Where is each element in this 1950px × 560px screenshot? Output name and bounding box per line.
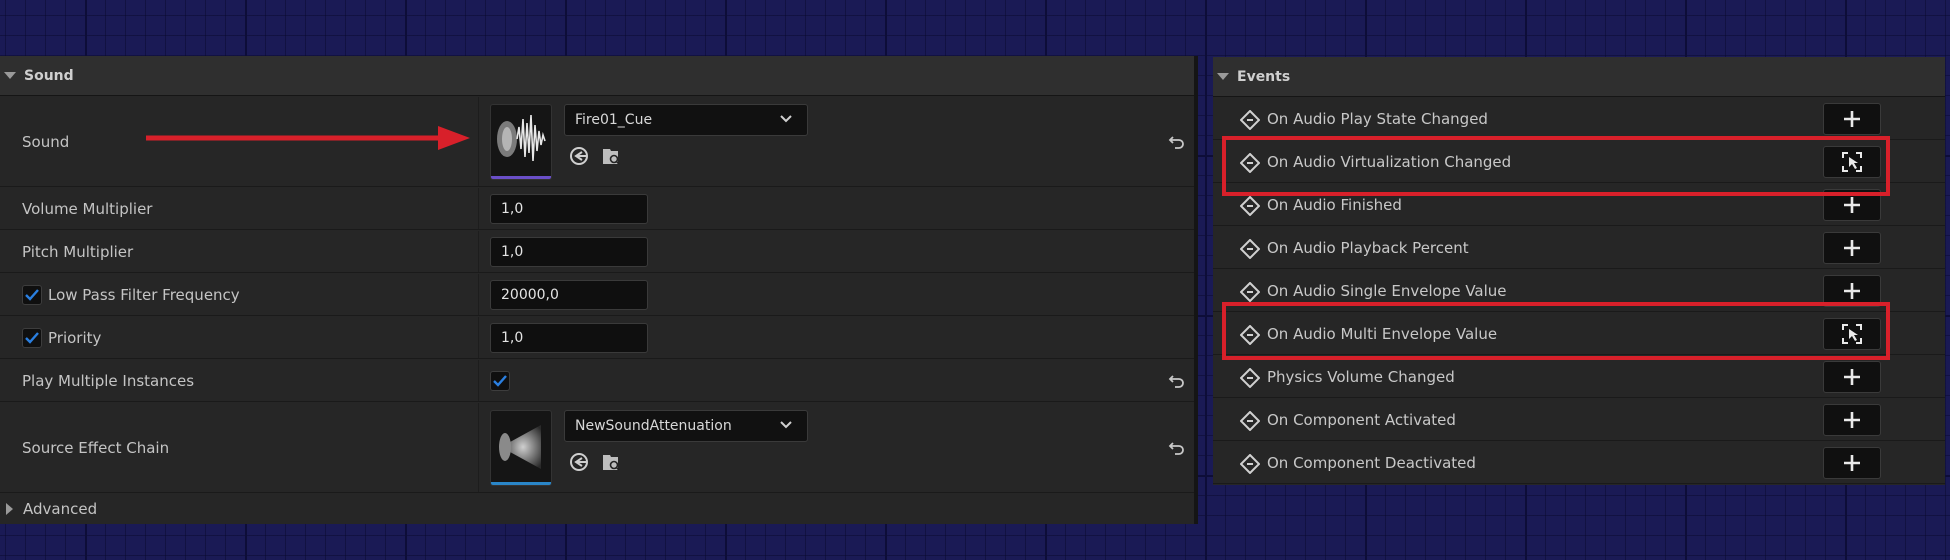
event-label: On Audio Play State Changed bbox=[1267, 109, 1488, 128]
add-event-button[interactable] bbox=[1823, 103, 1881, 135]
play-multiple-label: Play Multiple Instances bbox=[22, 371, 195, 390]
event-row: On Component Activated bbox=[1213, 399, 1945, 441]
add-event-button[interactable] bbox=[1823, 232, 1881, 264]
play-multiple-row: Play Multiple Instances bbox=[0, 360, 1194, 402]
events-section-title: Events bbox=[1237, 68, 1291, 85]
pitch-row: Pitch Multiplier 1,0 bbox=[0, 231, 1194, 273]
sound-wave-icon bbox=[497, 114, 546, 162]
event-row: On Audio Finished bbox=[1213, 184, 1945, 226]
event-diamond-icon bbox=[1240, 411, 1260, 431]
checkmark-icon bbox=[25, 331, 39, 344]
sound-section-title: Sound bbox=[24, 67, 74, 84]
event-label: On Audio Single Envelope Value bbox=[1267, 281, 1507, 300]
add-event-button[interactable] bbox=[1823, 361, 1881, 393]
collapse-arrow-icon bbox=[1217, 73, 1229, 80]
plus-icon bbox=[1844, 455, 1860, 471]
event-label: On Audio Multi Envelope Value bbox=[1267, 324, 1498, 343]
low-pass-field[interactable]: 20000,0 bbox=[490, 279, 648, 310]
event-diamond-icon bbox=[1240, 110, 1260, 130]
event-diamond-icon bbox=[1240, 282, 1260, 302]
event-label: On Audio Finished bbox=[1267, 195, 1402, 214]
plus-icon bbox=[1844, 412, 1860, 428]
chevron-down-icon bbox=[780, 115, 792, 123]
plus-icon bbox=[1844, 111, 1860, 127]
pitch-field[interactable]: 1,0 bbox=[490, 236, 648, 267]
event-label: On Audio Playback Percent bbox=[1267, 238, 1469, 257]
event-diamond-icon bbox=[1240, 239, 1260, 259]
volume-label: Volume Multiplier bbox=[22, 199, 153, 218]
advanced-row[interactable]: Advanced bbox=[0, 494, 1194, 524]
event-label: On Component Activated bbox=[1267, 410, 1456, 429]
plus-icon bbox=[1844, 197, 1860, 213]
event-row: On Audio Multi Envelope Value bbox=[1213, 313, 1945, 355]
event-diamond-icon bbox=[1240, 153, 1260, 173]
checkmark-icon bbox=[493, 375, 507, 387]
event-row: On Audio Playback Percent bbox=[1213, 227, 1945, 269]
add-event-button[interactable] bbox=[1823, 275, 1881, 307]
event-diamond-icon bbox=[1240, 196, 1260, 216]
expand-arrow-icon bbox=[6, 503, 13, 515]
source-effect-row: Source Effect Chain NewSoundAttenuation bbox=[0, 403, 1194, 493]
annotation-arrow bbox=[146, 126, 470, 150]
reset-to-default-icon[interactable] bbox=[1167, 438, 1187, 458]
event-row: On Audio Single Envelope Value bbox=[1213, 270, 1945, 312]
sound-cue-thumbnail[interactable] bbox=[490, 104, 552, 180]
add-event-button[interactable] bbox=[1823, 404, 1881, 436]
browse-asset-icon[interactable] bbox=[600, 145, 622, 167]
attenuation-asset-value: NewSoundAttenuation bbox=[575, 418, 732, 434]
sound-asset-combo[interactable]: Fire01_Cue bbox=[564, 104, 808, 136]
priority-row: Priority 1,0 bbox=[0, 317, 1194, 359]
priority-label: Priority bbox=[48, 328, 102, 347]
event-row: On Audio Virtualization Changed bbox=[1213, 141, 1945, 183]
volume-row: Volume Multiplier 1,0 bbox=[0, 188, 1194, 230]
events-section-header[interactable]: Events bbox=[1213, 57, 1945, 97]
event-row: On Audio Play State Changed bbox=[1213, 98, 1945, 140]
open-event-icon bbox=[1842, 324, 1862, 344]
event-row: On Component Deactivated bbox=[1213, 442, 1945, 484]
low-pass-checkbox[interactable] bbox=[22, 284, 42, 305]
sound-section-header[interactable]: Sound bbox=[0, 56, 1194, 96]
source-effect-label: Source Effect Chain bbox=[22, 438, 170, 457]
event-diamond-icon bbox=[1240, 325, 1260, 345]
low-pass-label: Low Pass Filter Frequency bbox=[48, 285, 240, 304]
sound-label: Sound bbox=[22, 132, 70, 151]
event-diamond-icon bbox=[1240, 368, 1260, 388]
pitch-label: Pitch Multiplier bbox=[22, 242, 134, 261]
events-panel: Events On Audio Play State Changed On Au… bbox=[1213, 57, 1945, 485]
add-event-button[interactable] bbox=[1823, 189, 1881, 221]
event-label: On Component Deactivated bbox=[1267, 453, 1476, 472]
event-diamond-icon bbox=[1240, 454, 1260, 474]
open-event-icon bbox=[1842, 152, 1862, 172]
open-event-button[interactable] bbox=[1823, 318, 1881, 350]
attenuation-icon bbox=[499, 425, 541, 469]
plus-icon bbox=[1844, 240, 1860, 256]
priority-checkbox[interactable] bbox=[22, 327, 42, 348]
use-selected-asset-icon[interactable] bbox=[568, 451, 590, 473]
collapse-arrow-icon bbox=[4, 72, 16, 79]
chevron-down-icon bbox=[780, 421, 792, 429]
event-label: Physics Volume Changed bbox=[1267, 367, 1455, 386]
sound-asset-value: Fire01_Cue bbox=[575, 112, 653, 128]
volume-field[interactable]: 1,0 bbox=[490, 193, 648, 224]
advanced-label: Advanced bbox=[23, 500, 98, 518]
plus-icon bbox=[1844, 283, 1860, 299]
reset-to-default-icon[interactable] bbox=[1167, 132, 1187, 152]
checkmark-icon bbox=[25, 288, 39, 301]
open-event-button[interactable] bbox=[1823, 146, 1881, 178]
attenuation-thumbnail[interactable] bbox=[490, 410, 552, 486]
play-multiple-checkbox[interactable] bbox=[490, 371, 510, 391]
use-selected-asset-icon[interactable] bbox=[568, 145, 590, 167]
event-row: Physics Volume Changed bbox=[1213, 356, 1945, 398]
add-event-button[interactable] bbox=[1823, 447, 1881, 479]
low-pass-row: Low Pass Filter Frequency 20000,0 bbox=[0, 274, 1194, 316]
plus-icon bbox=[1844, 369, 1860, 385]
browse-asset-icon[interactable] bbox=[600, 451, 622, 473]
event-label: On Audio Virtualization Changed bbox=[1267, 152, 1512, 171]
attenuation-asset-combo[interactable]: NewSoundAttenuation bbox=[564, 410, 808, 442]
reset-to-default-icon[interactable] bbox=[1167, 371, 1187, 391]
priority-field[interactable]: 1,0 bbox=[490, 322, 648, 353]
